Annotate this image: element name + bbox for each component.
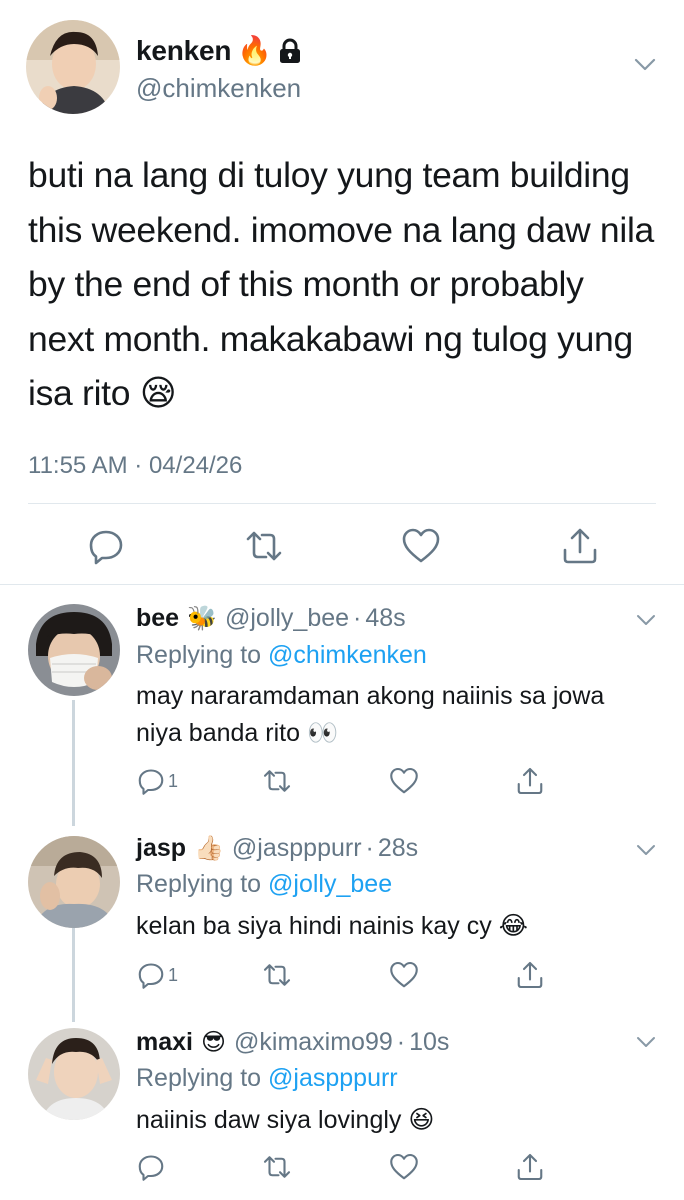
reply-button[interactable]: 1 (136, 764, 178, 798)
retweet-button[interactable] (262, 1150, 292, 1184)
like-icon (390, 961, 418, 988)
reply-header: bee 🐝 @jolly_bee · 48s (136, 604, 406, 633)
reply-tweet: bee 🐝 @jolly_bee · 48s Replying to @chim… (0, 584, 684, 816)
chevron-down-icon[interactable] (636, 844, 656, 856)
reply-text: naiinis daw siya lovingly 😆 (136, 1106, 435, 1134)
sunglasses-emoji: 😎 (200, 1029, 227, 1056)
reply-actions (0, 1150, 684, 1184)
reply-text: may nararamdaman akong naiinis sa jowa n… (136, 682, 605, 747)
reply-tweet: jasp 👍🏻 @jaspppurr · 28s Replying to @jo… (0, 816, 684, 1010)
author-name-row[interactable]: kenken 🔥 (136, 35, 302, 67)
share-icon (517, 961, 543, 989)
chevron-down-icon[interactable] (634, 58, 656, 72)
avatar[interactable] (28, 604, 120, 696)
bee-emoji: 🐝 (187, 605, 217, 632)
retweet-button[interactable] (262, 764, 292, 798)
replying-to: Replying to @jaspppurr (136, 1064, 398, 1093)
divider (28, 503, 656, 504)
like-button[interactable] (389, 764, 419, 798)
reply-handle[interactable]: @jolly_bee (225, 604, 349, 633)
replying-mention[interactable]: @chimkenken (268, 641, 427, 669)
share-icon[interactable] (560, 526, 600, 566)
reply-time[interactable]: 48s (365, 604, 405, 633)
reply-icon (138, 769, 164, 795)
chevron-down-icon[interactable] (636, 614, 656, 626)
share-icon (517, 767, 543, 795)
avatar[interactable] (26, 20, 120, 114)
reply-handle[interactable]: @jaspppurr (232, 834, 362, 863)
fire-emoji: 🔥 (237, 35, 272, 66)
retweet-icon (263, 770, 291, 792)
reply-button[interactable]: 1 (136, 958, 178, 992)
reply-actions: 1 (0, 958, 684, 992)
replying-prefix: Replying to (136, 870, 262, 898)
like-icon (390, 1153, 418, 1180)
thumbs-up-emoji: 👍🏻 (194, 835, 224, 862)
replying-prefix: Replying to (136, 1064, 262, 1092)
replying-mention[interactable]: @jolly_bee (268, 870, 392, 898)
tweet-text: buti na lang di tuloy yung team building… (28, 155, 654, 413)
separator-dot: · (365, 834, 374, 862)
like-icon[interactable] (401, 526, 441, 566)
like-button[interactable] (389, 1150, 419, 1184)
retweet-icon (263, 964, 291, 986)
reply-display-name[interactable]: maxi (136, 1028, 193, 1057)
share-button[interactable] (515, 1150, 545, 1184)
reply-display-name[interactable]: jasp (136, 834, 186, 863)
reply-count: 1 (168, 770, 179, 791)
reply-text: kelan ba siya hindi nainis kay cy 😂 (136, 912, 528, 940)
reply-handle[interactable]: @kimaximo99 (234, 1028, 393, 1057)
replying-mention[interactable]: @jaspppurr (268, 1064, 398, 1092)
reply-actions: 1 (0, 764, 684, 798)
reply-time[interactable]: 10s (409, 1028, 449, 1057)
share-button[interactable] (515, 764, 545, 798)
like-button[interactable] (389, 958, 419, 992)
tweet-actions (0, 520, 684, 570)
retweet-icon[interactable] (244, 526, 284, 566)
reply-icon[interactable] (86, 526, 126, 566)
separator-dot: · (396, 1028, 406, 1056)
lock-icon (279, 38, 300, 63)
reply-count: 1 (168, 964, 179, 985)
reply-display-name[interactable]: bee (136, 604, 179, 633)
reply-header: jasp 👍🏻 @jaspppurr · 28s (136, 834, 418, 863)
author-display-name[interactable]: kenken (136, 35, 231, 67)
avatar[interactable] (28, 836, 120, 928)
chevron-down-icon[interactable] (636, 1036, 656, 1048)
main-tweet: kenken 🔥 @chimkenken buti na lang di tul… (0, 0, 684, 584)
reply-icon (138, 1155, 164, 1181)
reply-icon (138, 963, 164, 989)
separator-dot: · (353, 604, 362, 632)
author-handle[interactable]: @chimkenken (136, 73, 301, 104)
retweet-button[interactable] (262, 958, 292, 992)
reply-button[interactable] (136, 1150, 168, 1184)
reply-header: maxi 😎 @kimaximo99 · 10s (136, 1028, 449, 1057)
share-button[interactable] (515, 958, 545, 992)
replying-prefix: Replying to (136, 641, 262, 669)
replying-to: Replying to @chimkenken (136, 641, 427, 670)
share-icon (517, 1153, 543, 1181)
tweet-timestamp[interactable]: 11:55 AM · 04/24/26 (28, 452, 242, 480)
avatar[interactable] (28, 1028, 120, 1120)
reply-time[interactable]: 28s (378, 834, 418, 863)
reply-tweet: maxi 😎 @kimaximo99 · 10s Replying to @ja… (0, 1010, 684, 1200)
retweet-icon (263, 1156, 291, 1178)
like-icon (390, 767, 418, 794)
replying-to: Replying to @jolly_bee (136, 870, 392, 899)
